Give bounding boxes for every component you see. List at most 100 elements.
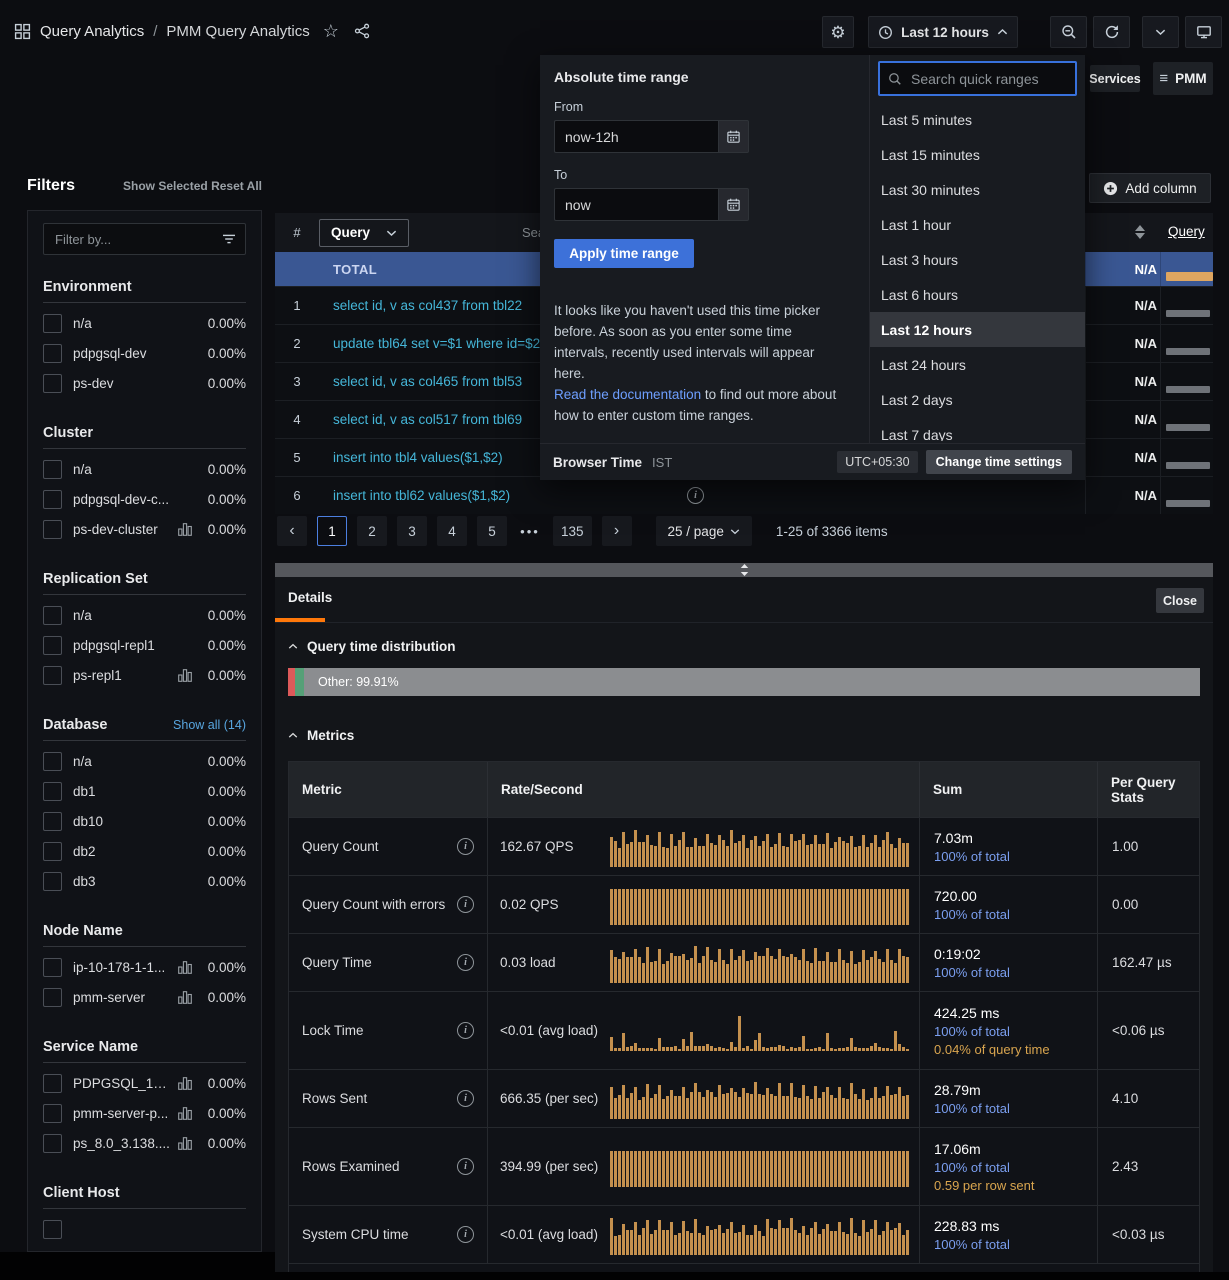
quick-range-option[interactable]: Last 12 hours (870, 312, 1085, 347)
breadcrumb-section[interactable]: Query Analytics (40, 23, 144, 40)
filter-checkbox[interactable] (43, 1134, 62, 1153)
filter-checkbox[interactable] (43, 988, 62, 1007)
previous-page-button[interactable]: ‹ (277, 516, 307, 546)
bar-chart-icon[interactable] (178, 991, 192, 1004)
quick-range-option[interactable]: Last 5 minutes (870, 102, 1085, 137)
page-button[interactable]: 1 (317, 516, 347, 546)
filter-checkbox[interactable] (43, 520, 62, 539)
filter-checkbox[interactable] (43, 606, 62, 625)
share-icon[interactable] (354, 23, 370, 39)
pmm-menu-button[interactable]: ≡ PMM (1153, 62, 1213, 95)
show-selected-link[interactable]: Show Selected (123, 179, 208, 193)
info-icon[interactable]: i (457, 1090, 474, 1107)
quick-ranges-search-input[interactable] (909, 70, 1067, 88)
dashboard-settings-button[interactable]: ⚙ (822, 16, 854, 48)
query-link[interactable]: insert into tbl62 values($1,$2) (333, 488, 510, 503)
sorted-column-header[interactable]: Query (1168, 224, 1205, 239)
page-size-select[interactable]: 25 / page (656, 516, 752, 546)
filter-checkbox[interactable] (43, 314, 62, 333)
info-icon[interactable]: i (457, 954, 474, 971)
calendar-icon[interactable] (718, 120, 749, 153)
query-link[interactable]: update tbl64 set v=$1 where id=$2 (333, 336, 540, 351)
tab-details[interactable]: Details (288, 590, 332, 605)
sum-percent-link[interactable]: 100% of total (934, 1024, 1083, 1039)
filter-checkbox[interactable] (43, 842, 62, 861)
quick-range-option[interactable]: Last 2 days (870, 382, 1085, 417)
quick-range-option[interactable]: Last 7 days (870, 417, 1085, 441)
change-time-settings-button[interactable]: Change time settings (926, 450, 1072, 474)
quick-range-option[interactable]: Last 6 hours (870, 277, 1085, 312)
quick-range-option[interactable]: Last 15 minutes (870, 137, 1085, 172)
filter-checkbox[interactable] (43, 872, 62, 891)
page-button[interactable]: 135 (553, 516, 592, 546)
sum-percent-link[interactable]: 100% of total (934, 849, 1083, 864)
collapse-caret-icon[interactable] (288, 732, 298, 739)
read-documentation-link[interactable]: Read the documentation (554, 387, 701, 402)
services-button[interactable]: Services (1090, 65, 1140, 92)
quick-range-option[interactable]: Last 24 hours (870, 347, 1085, 382)
query-link[interactable]: select id, v as col437 from tbl22 (333, 298, 522, 313)
show-all-link[interactable]: Show all (14) (173, 718, 246, 732)
bar-chart-icon[interactable] (178, 669, 192, 682)
filter-checkbox[interactable] (43, 374, 62, 393)
from-input[interactable] (554, 120, 718, 153)
quick-range-option[interactable]: Last 3 hours (870, 242, 1085, 277)
info-icon[interactable]: i (457, 896, 474, 913)
sort-icon[interactable] (1135, 225, 1145, 239)
filter-checkbox[interactable] (43, 752, 62, 771)
close-details-button[interactable]: Close (1156, 588, 1204, 613)
filter-checkbox[interactable] (43, 344, 62, 363)
filter-checkbox[interactable] (43, 1220, 62, 1239)
bar-chart-icon[interactable] (178, 1107, 192, 1120)
filter-checkbox[interactable] (43, 812, 62, 831)
star-icon[interactable]: ☆ (323, 22, 339, 40)
filter-checkbox[interactable] (43, 460, 62, 479)
bar-chart-icon[interactable] (178, 1077, 192, 1090)
query-link[interactable]: select id, v as col517 from tbl69 (333, 412, 522, 427)
query-link[interactable]: select id, v as col465 from tbl53 (333, 374, 522, 389)
reset-all-link[interactable]: Reset All (211, 179, 262, 193)
sum-percent-link[interactable]: 100% of total (934, 907, 1083, 922)
calendar-icon[interactable] (718, 188, 749, 221)
apply-time-range-button[interactable]: Apply time range (554, 239, 694, 268)
filter-search-input[interactable] (53, 231, 222, 248)
filter-checkbox[interactable] (43, 782, 62, 801)
query-link[interactable]: insert into tbl4 values($1,$2) (333, 450, 503, 465)
page-button[interactable]: 4 (437, 516, 467, 546)
quick-range-option[interactable]: Last 30 minutes (870, 172, 1085, 207)
refresh-button[interactable] (1093, 16, 1130, 48)
bar-chart-icon[interactable] (178, 1137, 192, 1150)
sum-percent-link[interactable]: 100% of total (934, 965, 1083, 980)
filter-checkbox[interactable] (43, 1104, 62, 1123)
quick-range-option[interactable]: Last 1 hour (870, 207, 1085, 242)
next-page-button[interactable]: › (602, 516, 632, 546)
bar-chart-icon[interactable] (178, 961, 192, 974)
filter-checkbox[interactable] (43, 958, 62, 977)
collapse-caret-icon[interactable] (288, 643, 298, 650)
filter-checkbox[interactable] (43, 490, 62, 509)
page-button[interactable]: 5 (477, 516, 507, 546)
sum-percent-link[interactable]: 100% of total (934, 1160, 1083, 1175)
dashboards-grid-icon[interactable] (14, 23, 31, 40)
group-by-dropdown[interactable]: Query (319, 219, 409, 247)
info-icon[interactable]: i (457, 1158, 474, 1175)
zoom-out-button[interactable] (1050, 16, 1087, 48)
info-icon[interactable]: i (687, 487, 704, 504)
refresh-interval-dropdown[interactable] (1142, 16, 1179, 48)
info-icon[interactable]: i (457, 1226, 474, 1243)
sum-percent-link[interactable]: 100% of total (934, 1237, 1083, 1252)
details-resize-handle[interactable] (275, 563, 1213, 577)
info-icon[interactable]: i (457, 838, 474, 855)
sum-percent-link[interactable]: 100% of total (934, 1101, 1083, 1116)
page-button[interactable]: 3 (397, 516, 427, 546)
filter-checkbox[interactable] (43, 1074, 62, 1093)
table-row[interactable]: 6insert into tbl62 values($1,$2)iN/A (275, 476, 1213, 514)
tv-mode-button[interactable] (1185, 16, 1222, 48)
add-column-button[interactable]: Add column (1089, 173, 1211, 203)
page-button[interactable]: 2 (357, 516, 387, 546)
to-input[interactable] (554, 188, 718, 221)
info-icon[interactable]: i (457, 1022, 474, 1039)
filter-checkbox[interactable] (43, 666, 62, 685)
bar-chart-icon[interactable] (178, 523, 192, 536)
time-range-picker-button[interactable]: Last 12 hours (868, 16, 1018, 48)
